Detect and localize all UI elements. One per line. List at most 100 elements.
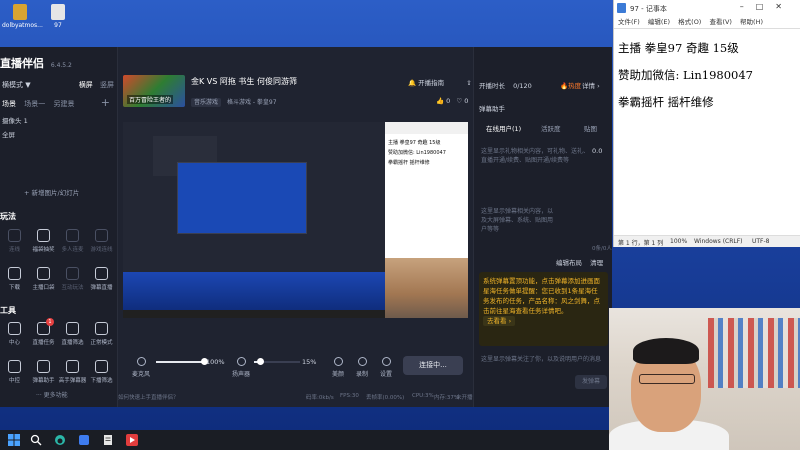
mode-portrait[interactable]: 竖屏 <box>100 81 114 89</box>
menu-edit[interactable]: 编辑(E) <box>648 18 670 26</box>
add-source-icon[interactable]: + <box>101 96 110 109</box>
chat-icon <box>37 360 50 373</box>
stream-category[interactable]: 音乐游戏 格斗游戏 - 拳皇97 <box>191 97 277 107</box>
notepad-title: 97 - 记事本 <box>630 5 667 13</box>
tool-danmu-helper[interactable]: 弹幕助手 <box>29 360 58 384</box>
preview-notepad-line: 赞助加微信: Lin1980047 <box>388 150 446 156</box>
settings-button[interactable]: 设置 <box>380 357 392 378</box>
desktop-icon-dolby[interactable]: dolbyatmos... <box>2 4 43 29</box>
notepad-editor[interactable]: 主播 拳皇97 奇趣 15级 赞助加微信: Lin1980047 拳霸摇杆 摇杆… <box>614 28 800 221</box>
tool-interactive-play[interactable]: 互动玩法 <box>58 267 87 291</box>
goto-button[interactable]: 去看看 › <box>483 316 516 326</box>
tool-offline-filter[interactable]: 下播筛选 <box>87 360 116 384</box>
zoom-level: 100% <box>670 238 688 245</box>
menu-file[interactable]: 文件(F) <box>618 18 640 26</box>
tool-live-task[interactable]: 1 直播任务 <box>29 318 58 346</box>
edit-layout-button[interactable]: 编辑布局 <box>556 259 582 267</box>
tool-control[interactable]: 中控 <box>0 360 29 384</box>
tab-stickers[interactable]: 贴图 <box>584 123 597 133</box>
beauty-button[interactable]: 美颜 <box>332 357 344 378</box>
tool-label: 弹幕直播 <box>90 285 113 291</box>
tools-row-2: 下载 主播口袋 互动玩法 弹幕直播 <box>0 267 118 291</box>
minimize-icon[interactable]: – <box>740 2 756 11</box>
desktop-icon-97[interactable]: 97 <box>40 4 76 29</box>
mode-landscape[interactable]: 横屏 <box>79 81 93 89</box>
help-link[interactable]: 如何快速上手直播伴侣？ <box>118 393 179 401</box>
tool-lucky-bag[interactable]: 福袋抽奖 <box>29 229 58 253</box>
live-companion-taskbar-icon[interactable] <box>126 434 138 446</box>
details-link[interactable]: 详情 › <box>582 80 600 90</box>
search-icon[interactable] <box>30 434 42 446</box>
stream-counts: 👍 0 ♡ 0 <box>436 97 468 105</box>
mode-selector[interactable]: 横模式 ▼ <box>2 81 31 89</box>
download-icon <box>95 322 108 335</box>
send-danmu-button[interactable]: 发弹幕 <box>575 375 607 389</box>
danmu-notice-box: 系统弹幕置顶功能，点击弹幕添加进画面 星海任务做单提醒：您已收到1条星海任务发布… <box>479 272 608 346</box>
webcam-person-hair <box>633 338 699 364</box>
app-icon[interactable] <box>78 434 90 446</box>
source-fullscreen[interactable]: 全屏 <box>2 129 15 139</box>
left-panel: 直播伴侣 6.4.5.2 横模式 ▼ 横屏 竖屏 场景 场景一 另建景 + 摄像… <box>0 47 118 407</box>
tool-multi-mic[interactable]: 多人连麦 <box>58 229 87 253</box>
gift-bag-icon <box>37 229 50 242</box>
close-icon[interactable]: ✕ <box>775 2 794 11</box>
stream-title[interactable]: 金K VS 阿拖 书生 何俊同游筛 <box>191 76 297 87</box>
tool-label: 互动玩法 <box>61 285 84 291</box>
tool-connect[interactable]: 连线 <box>0 229 29 253</box>
mic-control[interactable]: 麦克风 <box>132 357 150 378</box>
desktop-icon-label: dolbyatmos... <box>2 22 43 29</box>
more-functions-link[interactable]: ··· 更多功能 <box>36 390 68 399</box>
menu-view[interactable]: 查看(V) <box>709 18 732 26</box>
audience-count: 0/120 <box>513 82 532 90</box>
speaker-volume-knob[interactable] <box>257 358 265 365</box>
add-image-button[interactable]: + 新增图片/幻灯片 <box>24 187 79 197</box>
tab-online-users[interactable]: 在线用户(1) <box>486 123 521 133</box>
tool-live-filter[interactable]: 直播筛选 <box>58 322 87 346</box>
tool-expert-danmu[interactable]: 高手弹幕器 <box>58 360 87 384</box>
gamepad-icon <box>95 229 108 242</box>
tool-anchor-pocket[interactable]: 主播口袋 <box>29 267 58 291</box>
beauty-icon <box>333 357 343 366</box>
record-button[interactable]: 录制 <box>356 357 368 378</box>
tools-row-1: 连线 福袋抽奖 多人连麦 游戏连线 <box>0 229 118 253</box>
beauty-label: 美颜 <box>332 371 345 378</box>
menu-help[interactable]: 帮助(H) <box>740 18 763 26</box>
speaker-volume-value: 15% <box>302 358 317 366</box>
tool-label: 高手弹幕器 <box>58 378 87 384</box>
folder-icon <box>13 4 27 20</box>
menu-format[interactable]: 格式(O) <box>678 18 701 26</box>
maximize-icon[interactable]: □ <box>756 2 776 11</box>
tab-activity[interactable]: 活跃度 <box>541 123 561 133</box>
tab-scene-one[interactable]: 场景一 <box>24 100 45 108</box>
source-camera[interactable]: 摄像头 1 <box>2 115 28 125</box>
tab-scene[interactable]: 场景 <box>2 100 16 108</box>
danmu-notice: 系统弹幕置顶功能，点击弹幕添加进画面 <box>483 277 600 285</box>
windows-start-icon[interactable] <box>8 434 20 446</box>
notepad-line: 主播 拳皇97 奇趣 15级 <box>618 41 739 55</box>
live-preview[interactable]: 主播 拳皇97 奇趣 15级 赞助加微信: Lin1980047 拳霸摇杆 摇杆… <box>123 122 468 318</box>
tool-center[interactable]: 中心 <box>0 322 29 346</box>
tool-danmu-live[interactable]: 弹幕直播 <box>87 267 116 291</box>
notepad-taskbar-icon[interactable] <box>102 434 114 446</box>
speaker-control[interactable]: 扬声器 <box>232 357 250 378</box>
preview-notepad-line: 主播 拳皇97 奇趣 15级 <box>388 140 441 146</box>
tool-download[interactable]: 下载 <box>0 267 29 291</box>
live-guide-button[interactable]: 🔔 开播指南 <box>408 79 454 87</box>
danmu-hint: 这里显示弹幕相关内容，以及大屏弹幕、系统、贴图用户等等 <box>481 208 554 233</box>
line-ending: Windows (CRLF) <box>694 238 743 245</box>
task-notice: 星海任务做单提醒：您已收到1条星海任务发布的任务，产品名称：风之剑舞，点击前往星… <box>483 287 600 315</box>
tool-game-link[interactable]: 游戏连线 <box>87 229 116 253</box>
edge-browser-icon[interactable] <box>54 434 66 446</box>
start-live-button[interactable]: 连接中... <box>403 356 463 375</box>
mic-volume-slider[interactable] <box>156 358 208 365</box>
stream-cover[interactable]: 百万冒险王者的 <box>123 75 185 107</box>
danmu-input[interactable]: 这里显示弹幕关注了你，以及说明用户的消息 <box>481 355 606 364</box>
mic-label: 麦克风 <box>132 371 151 378</box>
speaker-volume-slider[interactable] <box>254 358 300 365</box>
clear-button[interactable]: 清理 <box>590 259 603 267</box>
tool-normal-mode[interactable]: 正常模式 <box>87 322 116 346</box>
hot-label: 热度 <box>568 82 582 90</box>
tab-new-scene[interactable]: 另建景 <box>53 100 74 108</box>
danmu-count: 0条/0人 <box>592 246 612 252</box>
tool-label: 正常模式 <box>90 340 113 346</box>
